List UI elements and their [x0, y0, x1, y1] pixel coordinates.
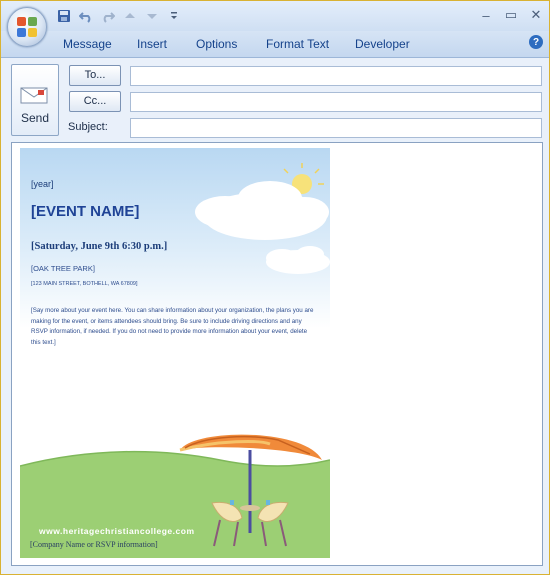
to-button[interactable]: To... — [69, 65, 121, 86]
event-name: [EVENT NAME] — [31, 203, 140, 220]
envelope-icon — [20, 87, 48, 104]
office-button[interactable] — [7, 7, 47, 47]
close-button[interactable]: ✕ — [523, 5, 549, 25]
event-details: [Say more about your event here. You can… — [31, 307, 314, 346]
event-flyer: [year] [EVENT NAME] [Saturday, June 9th … — [20, 148, 330, 558]
customize-icon[interactable] — [165, 8, 183, 24]
minimize-button[interactable]: – — [473, 5, 499, 25]
outlook-message-window: – ▭ ✕ Message Insert Options Format Text… — [0, 0, 550, 575]
subject-label: Subject: — [68, 121, 108, 133]
tab-message[interactable]: Message — [63, 37, 112, 51]
event-date-time: [Saturday, June 9th 6:30 p.m.] — [31, 241, 168, 252]
office-logo-yellow-tile — [28, 28, 37, 37]
maximize-button[interactable]: ▭ — [498, 5, 524, 25]
title-bar: – ▭ ✕ — [1, 1, 549, 31]
up-arrow-icon[interactable] — [121, 8, 139, 24]
event-place: [OAK TREE PARK] — [31, 264, 95, 273]
tab-format-text[interactable]: Format Text — [266, 37, 329, 51]
subject-field[interactable] — [130, 118, 542, 138]
event-address: [123 MAIN STREET, BOTHELL, WA 67809] — [31, 281, 138, 287]
send-label: Send — [20, 111, 50, 125]
maximize-icon: ▭ — [504, 7, 518, 22]
cc-field[interactable] — [130, 92, 542, 112]
office-logo-red-tile — [17, 17, 26, 26]
tab-insert[interactable]: Insert — [137, 37, 167, 51]
undo-icon[interactable] — [77, 8, 95, 24]
tab-developer[interactable]: Developer — [355, 37, 410, 51]
minimize-icon: – — [482, 7, 490, 23]
tab-options[interactable]: Options — [196, 37, 237, 51]
send-button[interactable]: Send — [11, 64, 59, 136]
website-watermark: www.heritagechristiancollege.com — [39, 526, 195, 536]
quick-access-toolbar — [55, 7, 183, 25]
table-top — [240, 505, 260, 511]
cup-left — [230, 500, 234, 505]
cup-right — [266, 500, 270, 505]
close-icon: ✕ — [530, 7, 542, 22]
office-logo-blue-tile — [17, 28, 26, 37]
cc-button[interactable]: Cc... — [69, 91, 121, 112]
message-body[interactable]: [year] [EVENT NAME] [Saturday, June 9th … — [11, 142, 543, 566]
event-year: [year] — [31, 179, 54, 189]
ribbon-tab-bar: Message Insert Options Format Text Devel… — [1, 31, 549, 58]
help-icon[interactable]: ? — [529, 35, 543, 49]
save-icon[interactable] — [55, 8, 73, 24]
redo-icon[interactable] — [99, 8, 117, 24]
cloud-small — [266, 246, 330, 274]
down-arrow-icon[interactable] — [143, 8, 161, 24]
to-field[interactable] — [130, 66, 542, 86]
message-header: Send To... Cc... Subject: — [1, 58, 549, 140]
office-logo-green-tile — [28, 17, 37, 26]
company-rsvp-info: [Company Name or RSVP information] — [30, 540, 158, 549]
